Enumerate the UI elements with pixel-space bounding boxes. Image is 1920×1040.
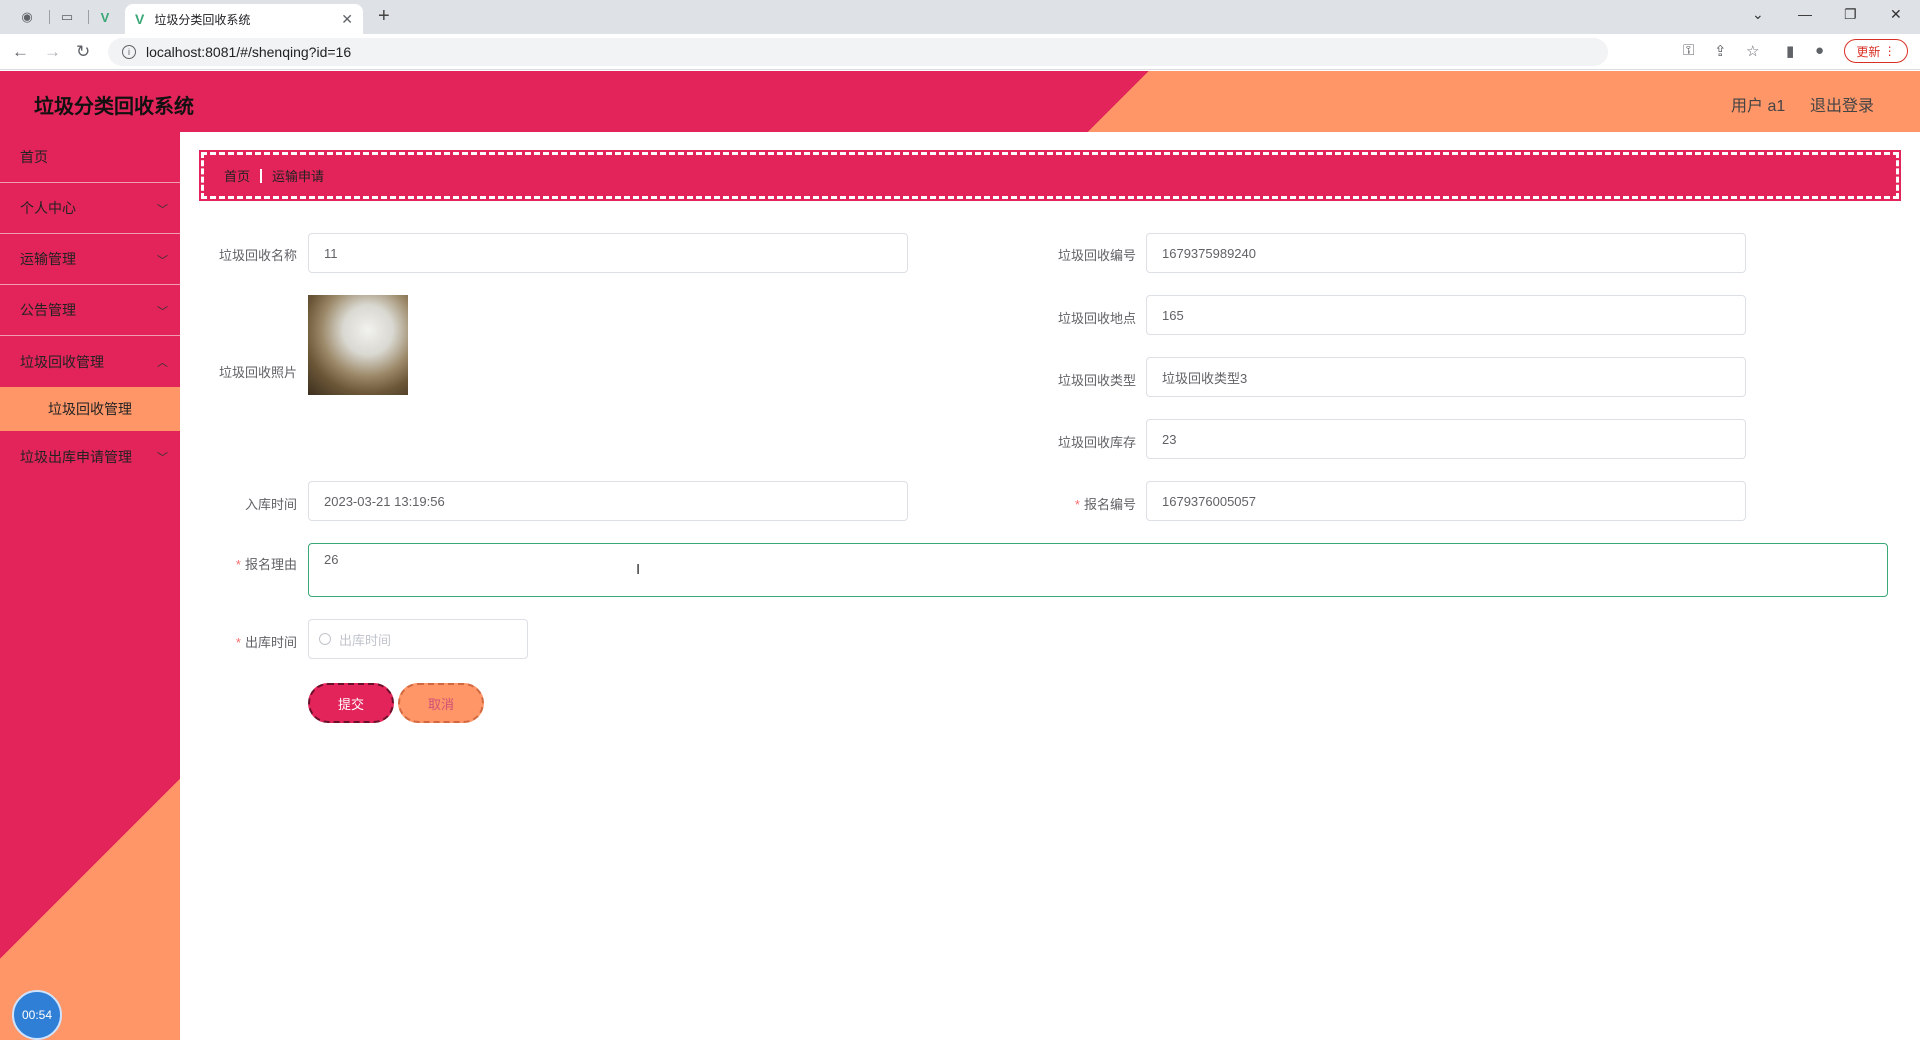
text-cursor-icon: I [636, 561, 641, 578]
sidebar-item-label: 公告管理 [20, 302, 76, 318]
timer-badge[interactable]: 00:54 [12, 990, 62, 1040]
tab-separator [88, 10, 89, 24]
browser-addressbar: ← → ↻ i localhost:8081/#/shenqing?id=16 … [0, 34, 1920, 70]
type-input[interactable]: 垃圾回收类型3 [1146, 357, 1746, 397]
intime-label: 入库时间 [244, 497, 297, 512]
breadcrumb-current: 运输申请 [272, 169, 325, 184]
sidebar-item-recycling[interactable]: 垃圾回收管理 ︿ [0, 336, 180, 387]
recycling-photo [308, 295, 408, 395]
outtime-placeholder: 出库时间 [339, 632, 392, 648]
sidebar-item-personal-center[interactable]: 个人中心 ﹀ [0, 183, 180, 234]
app-header: 垃圾分类回收系统 用户 a1 退出登录 [0, 71, 1920, 132]
regno-label: * 报名编号 [1036, 494, 1136, 513]
chevron-down-icon: ﹀ [157, 204, 168, 216]
app-title: 垃圾分类回收系统 [34, 96, 194, 118]
blank-tab-icon[interactable]: ▭ [58, 8, 76, 26]
code-input[interactable]: 1679375989240 [1146, 233, 1746, 273]
submit-button[interactable]: 提交 [308, 683, 394, 723]
tab-search-icon[interactable]: ⌄ [1752, 6, 1764, 23]
url-text: localhost:8081/#/shenqing?id=16 [146, 44, 352, 60]
code-label: 垃圾回收编号 [1057, 248, 1136, 263]
chevron-down-icon: ﹀ [157, 452, 168, 464]
browser-tabbar: ◉ ▭ V V 垃圾分类回收系统 ✕ + ⌄ — ❐ ✕ [0, 0, 1920, 34]
sidebar-item-outbound-requests[interactable]: 垃圾出库申请管理 ﹀ [0, 431, 180, 482]
sidebar-item-label: 首页 [20, 149, 48, 165]
logout-link[interactable]: 退出登录 [1810, 92, 1874, 116]
active-tab[interactable]: V 垃圾分类回收系统 ✕ [125, 4, 363, 34]
restore-icon[interactable]: ❐ [1844, 6, 1857, 23]
regno-input[interactable]: 1679376005057 [1146, 481, 1746, 521]
update-button[interactable]: 更新 ⋮ [1844, 39, 1908, 63]
update-label: 更新 [1856, 44, 1881, 59]
vue-logo-icon: V [135, 11, 145, 27]
globe-icon[interactable]: ◉ [18, 8, 36, 26]
intime-input[interactable]: 2023-03-21 13:19:56 [308, 481, 908, 521]
site-info-icon[interactable]: i [122, 45, 136, 59]
reason-label: * 报名理由 [197, 554, 297, 573]
outtime-label-text: 出库时间 [244, 635, 297, 650]
cancel-button[interactable]: 取消 [398, 683, 484, 723]
required-marker: * [235, 635, 241, 650]
photo-label: 垃圾回收照片 [218, 365, 297, 380]
forward-icon[interactable]: → [44, 42, 61, 62]
sidebar: 首页 个人中心 ﹀ 运输管理 ﹀ 公告管理 ﹀ 垃圾回收管理 ︿ 垃圾回收管理 … [0, 132, 180, 1040]
clock-icon [319, 633, 331, 645]
breadcrumb-divider [260, 168, 263, 183]
sidebar-item-label: 垃圾回收管理 [20, 353, 104, 370]
regno-label-text: 报名编号 [1083, 497, 1136, 512]
new-tab-icon[interactable]: + [378, 5, 390, 28]
reason-label-text: 报名理由 [244, 557, 297, 572]
sidebar-item-label: 运输管理 [20, 251, 76, 267]
outtime-picker[interactable]: 出库时间 [308, 619, 528, 659]
current-user: 用户 a1 [1731, 98, 1786, 115]
stock-input[interactable]: 23 [1146, 419, 1746, 459]
chevron-down-icon: ﹀ [157, 255, 168, 267]
chevron-up-icon: ︿ [157, 357, 168, 369]
key-icon[interactable]: ⚿ [1683, 42, 1694, 59]
sidebar-item-label: 垃圾出库申请管理 [20, 448, 132, 465]
bookmark-star-icon[interactable]: ☆ [1746, 42, 1759, 60]
back-icon[interactable]: ← [12, 42, 29, 62]
location-input[interactable]: 165 [1146, 295, 1746, 335]
sidebar-item-home[interactable]: 首页 [0, 132, 180, 183]
tab-separator [49, 10, 50, 24]
breadcrumb-home[interactable]: 首页 [224, 166, 250, 185]
reason-textarea[interactable]: 26 [308, 543, 1888, 597]
profile-icon[interactable]: ● [1815, 42, 1824, 59]
tab-title: 垃圾分类回收系统 [154, 12, 251, 27]
reload-icon[interactable]: ↻ [76, 42, 90, 62]
name-label: 垃圾回收名称 [218, 248, 297, 263]
side-panel-icon[interactable]: ▮ [1786, 42, 1794, 60]
sidebar-item-announcements[interactable]: 公告管理 ﹀ [0, 285, 180, 336]
type-label: 垃圾回收类型 [1057, 373, 1136, 388]
url-bar[interactable]: i localhost:8081/#/shenqing?id=16 [108, 38, 1608, 66]
close-tab-icon[interactable]: ✕ [341, 11, 353, 28]
location-label: 垃圾回收地点 [1057, 311, 1136, 326]
share-icon[interactable]: ⇪ [1714, 42, 1727, 60]
sidebar-subitem-recycling-management[interactable]: 垃圾回收管理 [0, 387, 180, 431]
required-marker: * [235, 557, 241, 572]
name-input[interactable]: 11 [308, 233, 908, 273]
required-marker: * [1074, 497, 1080, 512]
chevron-down-icon: ﹀ [157, 306, 168, 318]
vue-tab-icon[interactable]: V [96, 8, 114, 26]
minimize-icon[interactable]: — [1798, 6, 1812, 22]
close-window-icon[interactable]: ✕ [1890, 6, 1902, 23]
sidebar-item-transport[interactable]: 运输管理 ﹀ [0, 234, 180, 285]
outtime-label: * 出库时间 [197, 632, 297, 651]
breadcrumb: 首页 运输申请 [199, 150, 1901, 201]
sidebar-item-label: 个人中心 [20, 200, 76, 216]
sidebar-subitem-label: 垃圾回收管理 [48, 401, 132, 417]
stock-label: 垃圾回收库存 [1057, 435, 1136, 450]
